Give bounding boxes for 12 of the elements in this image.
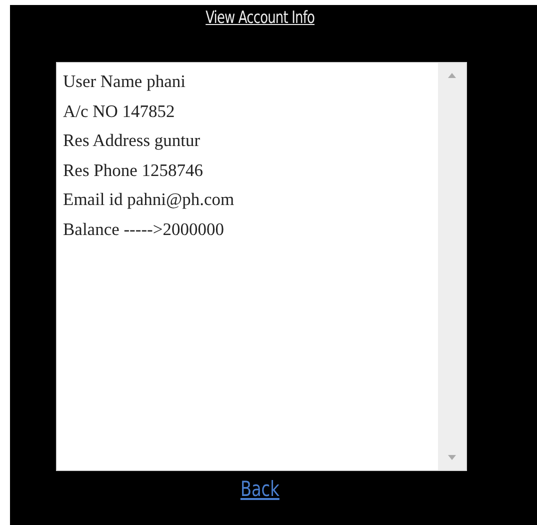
back-link[interactable]: Back — [240, 477, 279, 501]
text-area[interactable]: User Name phani A/c NO 147852 Res Address guntur Res Phone 1258746 Email id pahni@ph.com Balance ----->2000000 — [56, 62, 467, 471]
info-line: Email id pahni@ph.com — [63, 188, 234, 211]
info-line: Res Phone 1258746 — [63, 158, 203, 182]
info-line: User Name phani — [63, 70, 186, 93]
info-line: Res Address guntur — [63, 129, 200, 152]
info-line: Balance ----->2000000 — [63, 218, 224, 240]
page-title: View Account Info — [206, 8, 315, 28]
scrollbar[interactable] — [438, 63, 466, 470]
scroll-down-icon[interactable] — [448, 455, 456, 460]
info-line: A/c NO 147852 — [63, 100, 175, 122]
scroll-up-icon[interactable] — [448, 73, 456, 78]
